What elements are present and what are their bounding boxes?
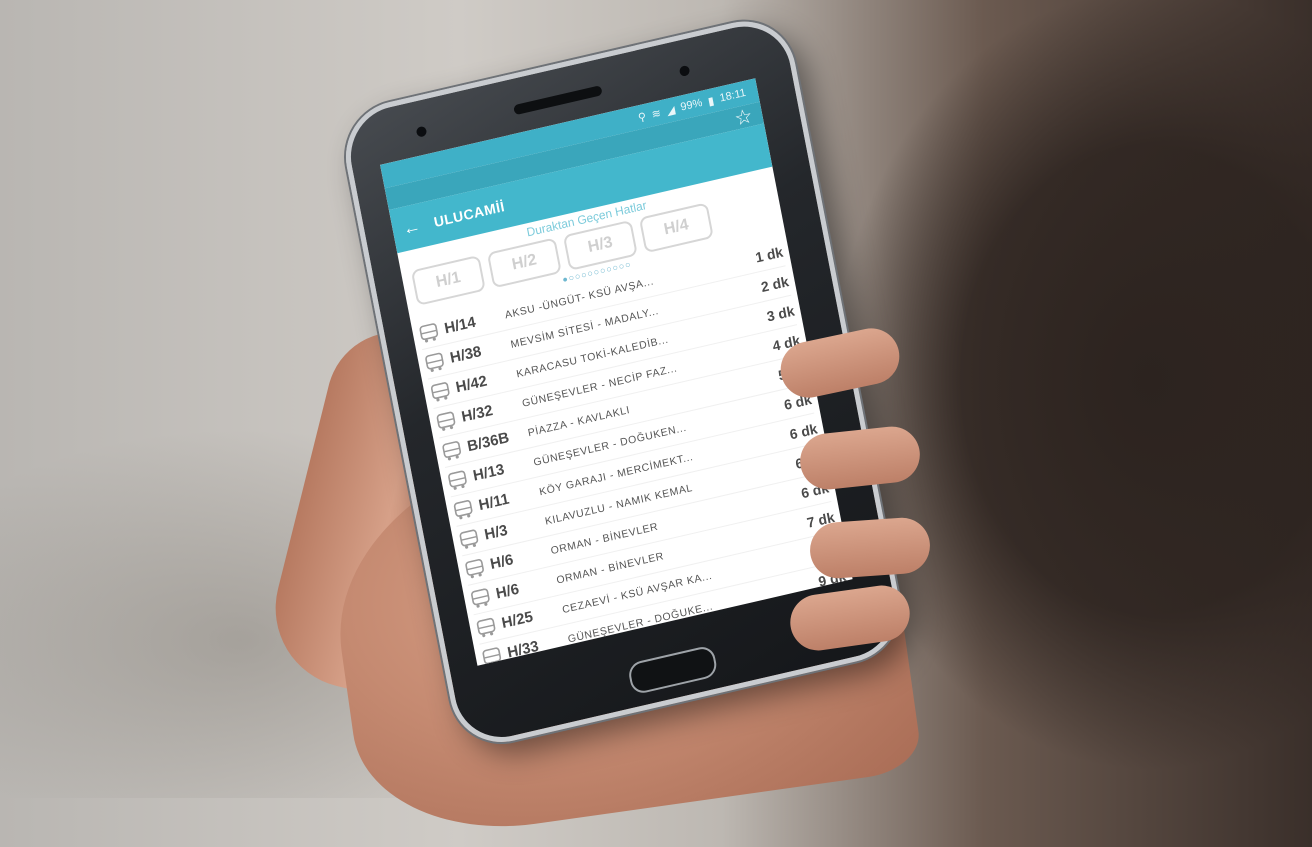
- bus-icon: [482, 646, 502, 666]
- battery-percent: 99%: [679, 96, 704, 114]
- wifi-icon: ≋: [650, 106, 663, 121]
- home-button[interactable]: [626, 644, 719, 696]
- bus-icon: [448, 470, 467, 490]
- bus-icon: [430, 381, 450, 401]
- bus-icon: [442, 440, 461, 460]
- phone-sensor: [415, 125, 428, 138]
- bus-icon: [476, 617, 496, 637]
- eta: 3 dk: [765, 302, 796, 325]
- bus-icon: [470, 587, 490, 608]
- status-time: 18:11: [718, 86, 747, 105]
- bus-icon: [465, 558, 484, 578]
- bus-icon: [436, 411, 456, 431]
- line-code: H/33: [505, 637, 541, 662]
- page-title: ULUCAMİİ: [432, 198, 507, 231]
- bus-icon: [425, 352, 444, 372]
- signal-icon: ◢: [665, 103, 677, 118]
- hand-finger: [808, 515, 932, 581]
- phone-front-camera: [678, 64, 691, 77]
- bus-icon: [419, 322, 439, 343]
- battery-icon: ▮: [706, 94, 716, 108]
- back-arrow-icon[interactable]: ←: [401, 215, 423, 240]
- bus-icon: [453, 499, 473, 519]
- location-icon: ⚲: [637, 110, 648, 124]
- eta: 2 dk: [759, 272, 790, 295]
- phone-earpiece: [513, 85, 603, 116]
- eta: 1 dk: [753, 243, 785, 266]
- bus-icon: [459, 529, 479, 549]
